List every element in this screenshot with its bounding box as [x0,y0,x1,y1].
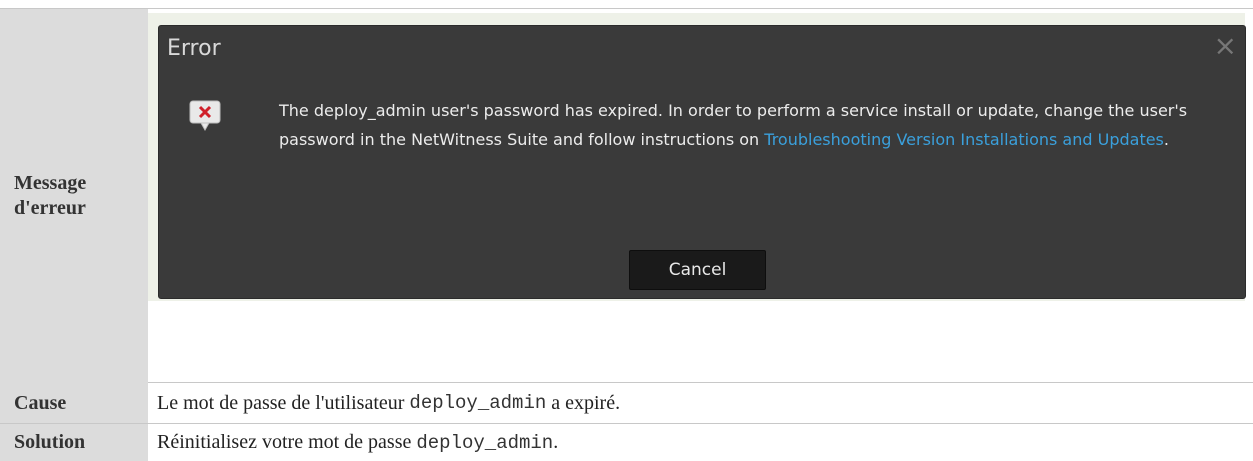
solution-label: Solution [0,424,148,461]
close-icon[interactable]: × [1214,32,1237,60]
message-content: Error × The deploy_admin user's password… [148,9,1253,382]
dialog-screenshot: Error × The deploy_admin user's password… [148,13,1246,301]
solution-label-text: Solution [14,431,86,453]
message-label-text: Message d'erreur [14,172,87,219]
error-x-icon [189,100,221,132]
cause-content: Le mot de passe de l'utilisateur deploy_… [148,383,1253,423]
error-dialog: Error × The deploy_admin user's password… [158,25,1246,299]
troubleshooting-link[interactable]: Troubleshooting Version Installations an… [764,130,1164,149]
error-table: Message d'erreur Error × The deploy_admi… [0,8,1253,461]
cause-label: Cause [0,383,148,423]
solution-code: deploy_admin [416,431,554,454]
message-row: Message d'erreur Error × The deploy_admi… [0,9,1253,383]
message-label: Message d'erreur [0,9,148,383]
solution-text-end: . [553,431,559,453]
solution-row: Solution Réinitialisez votre mot de pass… [0,424,1253,461]
dialog-message: The deploy_admin user's password has exp… [279,96,1199,154]
cause-code: deploy_admin [409,392,547,414]
cause-row: Cause Le mot de passe de l'utilisateur d… [0,383,1253,424]
dialog-title: Error [167,36,221,61]
solution-text: Réinitialisez votre mot de passe [157,431,417,453]
cancel-button[interactable]: Cancel [629,250,766,290]
cause-text: Le mot de passe de l'utilisateur [157,391,410,414]
cause-text-end: a expiré. [546,391,621,414]
solution-content: Réinitialisez votre mot de passe deploy_… [148,424,1253,461]
dialog-message-tail: . [1163,130,1169,149]
cause-label-text: Cause [14,391,67,414]
